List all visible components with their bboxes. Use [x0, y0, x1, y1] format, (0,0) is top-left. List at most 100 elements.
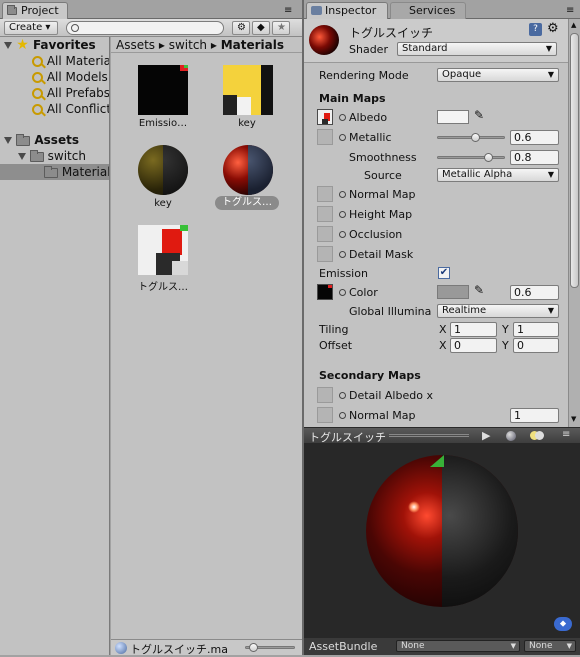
preview-light-icon[interactable]	[530, 431, 544, 441]
thumb-detail	[248, 145, 273, 195]
play-icon[interactable]: ▶	[482, 429, 490, 442]
albedo-texture-slot[interactable]	[317, 109, 333, 125]
secondary-normal-scale-field[interactable]: 1	[510, 408, 559, 423]
material-preview-icon	[309, 25, 339, 55]
folder-item-materials[interactable]: Materials	[0, 164, 109, 180]
favorite-star-icon[interactable]: ★	[272, 21, 290, 35]
emission-checkbox[interactable]: ✔	[438, 267, 450, 279]
object-picker-icon[interactable]	[339, 251, 346, 258]
emission-color-swatch[interactable]	[437, 285, 469, 299]
search-input[interactable]	[66, 21, 224, 35]
object-picker-icon[interactable]	[339, 114, 346, 121]
assetbundle-bar: AssetBundle None ▼ None ▼	[304, 638, 580, 655]
material-preview[interactable]: ⬥	[304, 443, 580, 638]
metallic-label: Metallic	[349, 131, 392, 144]
metallic-texture-slot[interactable]	[317, 129, 333, 145]
search-filter-icon	[32, 56, 43, 67]
tab-project[interactable]: Project	[2, 2, 68, 19]
info-icon	[311, 6, 322, 15]
tiling-x-field[interactable]: 1	[450, 322, 497, 337]
breadcrumb: Assets ▸ switch ▸ Materials	[111, 37, 302, 53]
secondary-maps-header: Secondary Maps	[319, 369, 421, 382]
inspector-scrollbar[interactable]: ▲ ▼	[568, 19, 580, 427]
object-picker-icon[interactable]	[339, 211, 346, 218]
slider-handle[interactable]	[471, 133, 480, 142]
favorite-item[interactable]: All Materia	[0, 53, 109, 69]
panel-menu-icon[interactable]: ≡	[566, 5, 574, 16]
smoothness-slider[interactable]	[437, 156, 505, 159]
tiling-y-label: Y	[502, 323, 509, 336]
asset-thumb[interactable]	[138, 225, 188, 275]
scrollbar-thumb[interactable]	[570, 33, 579, 288]
asset-thumb[interactable]	[223, 65, 273, 115]
filter-by-type-icon[interactable]: ⚙	[232, 21, 250, 35]
detail-mask-slot[interactable]	[317, 246, 333, 262]
source-value: Metallic Alpha	[442, 169, 513, 180]
settings-gear-icon[interactable]: ⚙	[547, 21, 559, 36]
breadcrumb-item[interactable]: Assets	[116, 38, 155, 52]
favorites-header[interactable]: ★ Favorites	[0, 37, 109, 53]
tiling-y-field[interactable]: 1	[513, 322, 559, 337]
shader-dropdown[interactable]: Standard ▼	[397, 42, 557, 56]
folder-icon	[16, 133, 31, 146]
height-map-label: Height Map	[349, 208, 413, 221]
panel-menu-icon[interactable]: ≡	[562, 429, 570, 440]
offset-x-field[interactable]: 0	[450, 338, 497, 353]
favorite-item[interactable]: All Models	[0, 69, 109, 85]
asset-thumb[interactable]	[223, 145, 273, 195]
resize-handle[interactable]	[389, 434, 469, 437]
slider-handle[interactable]	[249, 643, 258, 652]
favorite-item[interactable]: All Prefabs	[0, 85, 109, 101]
gi-value: Realtime	[442, 305, 487, 316]
smoothness-field[interactable]: 0.8	[510, 150, 559, 165]
source-label: Source	[364, 169, 402, 182]
variant-dropdown[interactable]: None ▼	[524, 640, 576, 652]
emission-texture-slot[interactable]	[317, 284, 333, 300]
scroll-up-icon[interactable]: ▲	[571, 21, 576, 29]
normal-map-slot[interactable]	[317, 186, 333, 202]
help-icon[interactable]: ?	[529, 23, 542, 36]
assetbundle-dropdown[interactable]: None ▼	[396, 640, 520, 652]
object-picker-icon[interactable]	[339, 392, 346, 399]
slider-handle[interactable]	[484, 153, 493, 162]
eyedropper-icon[interactable]: ✎	[474, 108, 484, 122]
height-map-slot[interactable]	[317, 206, 333, 222]
occlusion-slot[interactable]	[317, 226, 333, 242]
metallic-field[interactable]: 0.6	[510, 130, 559, 145]
emission-intensity-field[interactable]: 0.6	[510, 285, 559, 300]
detail-albedo-slot[interactable]	[317, 387, 333, 403]
object-picker-icon[interactable]	[339, 289, 346, 296]
breadcrumb-item[interactable]: switch	[169, 38, 207, 52]
object-picker-icon[interactable]	[339, 412, 346, 419]
object-picker-icon[interactable]	[339, 134, 346, 141]
albedo-color-swatch[interactable]	[437, 110, 469, 124]
breadcrumb-item[interactable]: Materials	[221, 38, 284, 52]
color-label: Color	[349, 286, 378, 299]
folder-item-switch[interactable]: switch	[0, 148, 109, 164]
assets-header[interactable]: Assets	[0, 132, 109, 148]
scroll-down-icon[interactable]: ▼	[571, 415, 576, 423]
object-picker-icon[interactable]	[339, 191, 346, 198]
favorite-item[interactable]: All Conflict	[0, 101, 109, 117]
offset-y-field[interactable]: 0	[513, 338, 559, 353]
thumb-detail	[162, 229, 182, 255]
secondary-normal-map-slot[interactable]	[317, 407, 333, 423]
panel-menu-icon[interactable]: ≡	[284, 5, 292, 16]
asset-thumb[interactable]	[138, 145, 188, 195]
assetbundle-value: None	[401, 641, 425, 651]
tab-inspector[interactable]: Inspector	[306, 2, 388, 19]
tab-services[interactable]: Services	[390, 2, 466, 19]
rendering-mode-dropdown[interactable]: Opaque ▼	[437, 68, 559, 82]
gi-dropdown[interactable]: Realtime ▼	[437, 304, 559, 318]
preview-sphere-icon[interactable]	[506, 431, 516, 441]
filter-by-label-icon[interactable]: ◆	[252, 21, 270, 35]
create-button[interactable]: Create ▾	[4, 21, 58, 35]
assets-label: Assets	[34, 133, 79, 147]
object-picker-icon[interactable]	[339, 231, 346, 238]
asset-thumb[interactable]	[138, 65, 188, 115]
asset-label: トグルス…	[222, 197, 272, 208]
label-tag-icon[interactable]: ⬥	[554, 617, 572, 631]
thumb-detail	[163, 145, 188, 195]
source-dropdown[interactable]: Metallic Alpha ▼	[437, 168, 559, 182]
eyedropper-icon[interactable]: ✎	[474, 283, 484, 297]
